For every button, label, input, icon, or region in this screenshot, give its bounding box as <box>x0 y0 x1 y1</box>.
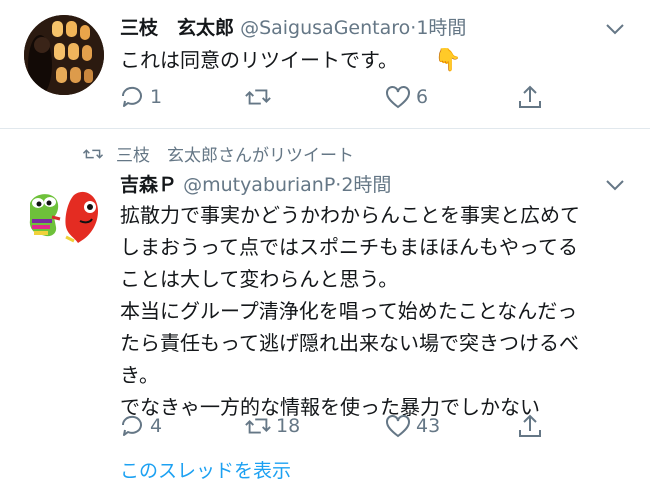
show-thread-link[interactable]: このスレッドを表示 <box>120 456 291 483</box>
like-icon <box>386 415 410 438</box>
avatar-image <box>24 181 104 261</box>
chevron-down-icon[interactable] <box>604 174 626 196</box>
tweet-text-content: これは同意のリツイートです。 <box>120 48 398 72</box>
display-name[interactable]: 三枝 玄太郎 <box>120 17 234 39</box>
tweet-divider <box>0 128 650 129</box>
chevron-down-icon[interactable] <box>604 18 626 40</box>
handle[interactable]: @SaigusaGentaro <box>240 17 410 39</box>
share-button[interactable] <box>516 411 544 441</box>
like-count: 43 <box>416 415 441 437</box>
handle[interactable]: @mutyaburianP <box>183 174 335 196</box>
tweet-header: 三枝 玄太郎 @SaigusaGentaro·1時間 <box>120 13 466 40</box>
tweet-text: これは同意のリツイートです。 👇 <box>120 44 461 77</box>
retweet-context[interactable]: 三枝 玄太郎さんがリツイート <box>82 141 354 166</box>
retweet-icon <box>82 148 104 159</box>
tweet-text: 拡散力で事実かどうかわからんことを事実と広めて しまおうって点ではスポニチもまほ… <box>120 199 640 423</box>
retweet-button[interactable] <box>244 82 276 112</box>
pointing-down-emoji: 👇 <box>434 48 462 73</box>
tweet-actions: 4 18 43 <box>118 411 558 441</box>
tweet-text-line: ことは大して変わらんと思う。 <box>120 267 399 291</box>
avatar[interactable] <box>24 15 104 95</box>
retweet-button[interactable]: 18 <box>244 411 300 441</box>
tweet-text-line: 拡散力で事実かどうかわからんことを事実と広めて <box>120 203 580 227</box>
tweet-actions: 1 6 <box>118 82 558 112</box>
reply-icon <box>121 415 142 436</box>
tweet-header: 吉森Ｐ @mutyaburianP·2時間 <box>120 170 391 197</box>
share-icon <box>519 85 541 108</box>
like-count: 6 <box>416 86 429 108</box>
tweet-text-line: き。 <box>120 363 159 387</box>
tweet-text-line: たら責任もって逃げ隠れ出来ない場で突きつけるべ <box>120 331 579 355</box>
like-button[interactable]: 43 <box>384 411 440 441</box>
reply-icon <box>121 86 142 107</box>
timestamp[interactable]: 2時間 <box>341 174 391 196</box>
avatar[interactable] <box>24 181 104 261</box>
like-button[interactable]: 6 <box>384 82 428 112</box>
retweet-context-label: 三枝 玄太郎さんがリツイート <box>116 146 354 166</box>
timestamp[interactable]: 1時間 <box>416 17 466 39</box>
reply-button[interactable]: 1 <box>118 82 162 112</box>
reply-button[interactable]: 4 <box>118 411 162 441</box>
share-button[interactable] <box>516 82 544 112</box>
tweet-text-line: しまおうって点ではスポニチもまほほんもやってる <box>120 235 578 259</box>
like-icon <box>386 86 410 109</box>
tweet-text-line: 本当にグループ清浄化を唱って始めたことなんだっ <box>120 299 578 323</box>
retweet-icon <box>245 89 271 105</box>
retweet-icon <box>245 418 271 434</box>
share-icon <box>519 414 541 437</box>
reply-count: 4 <box>150 415 163 437</box>
display-name[interactable]: 吉森Ｐ <box>120 174 177 196</box>
retweet-count: 18 <box>276 415 301 437</box>
avatar-image <box>24 15 104 95</box>
reply-count: 1 <box>150 86 163 108</box>
tweet-1[interactable]: 三枝 玄太郎 @SaigusaGentaro·1時間 これは同意のリツイートです… <box>0 0 650 128</box>
